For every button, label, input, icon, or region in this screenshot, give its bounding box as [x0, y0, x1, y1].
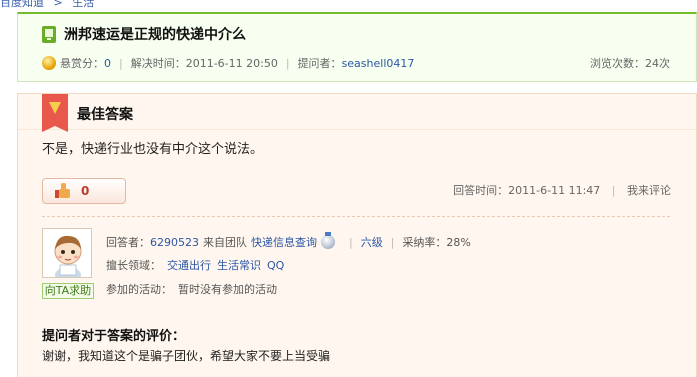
expertise-link-traffic[interactable]: 交通出行: [167, 257, 211, 273]
activity-row: 参加的活动： 暂时没有参加的活动: [106, 281, 277, 297]
asker-link[interactable]: seashell0417: [342, 57, 415, 70]
reward-label: 悬赏分：: [60, 57, 104, 70]
question-meta: 悬赏分： 0 | 解决时间：2011-6-11 20:50 | 提问者： sea…: [42, 55, 414, 71]
best-answer-box: 最佳答案 不是，快递行业也没有中介这个说法。 0 回答时间：2011-6-11 …: [17, 93, 697, 377]
answerer-row: 回答者： 6290523 来自团队 快递信息查询 | 六级 | 采纳率：28%: [106, 232, 471, 250]
dashed-divider: [42, 216, 670, 217]
answerer-label: 回答者：: [106, 236, 150, 249]
answer-text: 不是，快递行业也没有中介这个说法。: [42, 142, 264, 157]
best-answer-header: 最佳答案: [18, 94, 696, 132]
medal-icon: [321, 232, 335, 249]
phone-icon: [42, 25, 56, 43]
question-box: 洲邦速运是正规的快递中介么 悬赏分： 0 | 解决时间：2011-6-11 20…: [17, 12, 697, 82]
ask-for-help-button[interactable]: 向TA求助: [42, 283, 94, 299]
asker-label: 提问者：: [297, 57, 342, 70]
breadcrumb: 百度知道 > 生活: [0, 0, 100, 9]
like-count: 0: [81, 184, 90, 198]
view-count: 浏览次数：24次: [590, 57, 670, 70]
user-divider: |: [390, 235, 395, 249]
avatar-icon[interactable]: [42, 228, 92, 278]
meta-divider: |: [285, 56, 290, 70]
best-answer-heading: 最佳答案: [77, 107, 133, 123]
reward-value: 0: [104, 56, 111, 70]
meta-divider: |: [119, 56, 123, 70]
evaluation-text: 谢谢，我知道这个是骗子团伙，希望大家不要上当受骗: [42, 349, 331, 363]
answer-time: 回答时间：2011-6-11 11:47: [453, 184, 601, 197]
level-link[interactable]: 六级: [361, 234, 383, 250]
user-divider: |: [349, 235, 353, 249]
activity-label: 参加的活动：: [106, 283, 172, 296]
breadcrumb-separator: >: [53, 0, 63, 9]
expertise-link-qq[interactable]: QQ: [267, 259, 284, 272]
expertise-link-life[interactable]: 生活常识: [217, 257, 261, 273]
like-button[interactable]: 0: [42, 178, 126, 204]
evaluation-title: 提问者对于答案的评价：: [42, 329, 186, 344]
banner-star-icon: [49, 102, 61, 114]
accept-rate: 采纳率：28%: [402, 236, 471, 249]
expertise-label: 擅长领域：: [106, 259, 161, 272]
expertise-row: 擅长领域： 交通出行 生活常识 QQ: [106, 257, 284, 273]
answer-time-row: 回答时间：2011-6-11 11:47 | 我来评论: [453, 182, 671, 198]
coin-icon: [42, 56, 56, 70]
team-link[interactable]: 快递信息查询: [251, 234, 317, 250]
time-divider: |: [611, 184, 616, 197]
activity-value: 暂时没有参加的活动: [178, 283, 277, 296]
question-title: 洲邦速运是正规的快递中介么: [64, 27, 246, 43]
team-prefix: 来自团队: [203, 236, 247, 249]
comment-link[interactable]: 我来评论: [627, 184, 671, 197]
question-title-row: 洲邦速运是正规的快递中介么: [42, 24, 246, 44]
breadcrumb-category[interactable]: 生活: [72, 0, 94, 9]
breadcrumb-home[interactable]: 百度知道: [0, 0, 44, 9]
answerer-link[interactable]: 6290523: [150, 236, 199, 249]
solved-time: 解决时间：2011-6-11 20:50: [130, 57, 278, 70]
best-answer-banner-icon: [42, 94, 68, 132]
thumbs-up-icon: [55, 183, 71, 199]
